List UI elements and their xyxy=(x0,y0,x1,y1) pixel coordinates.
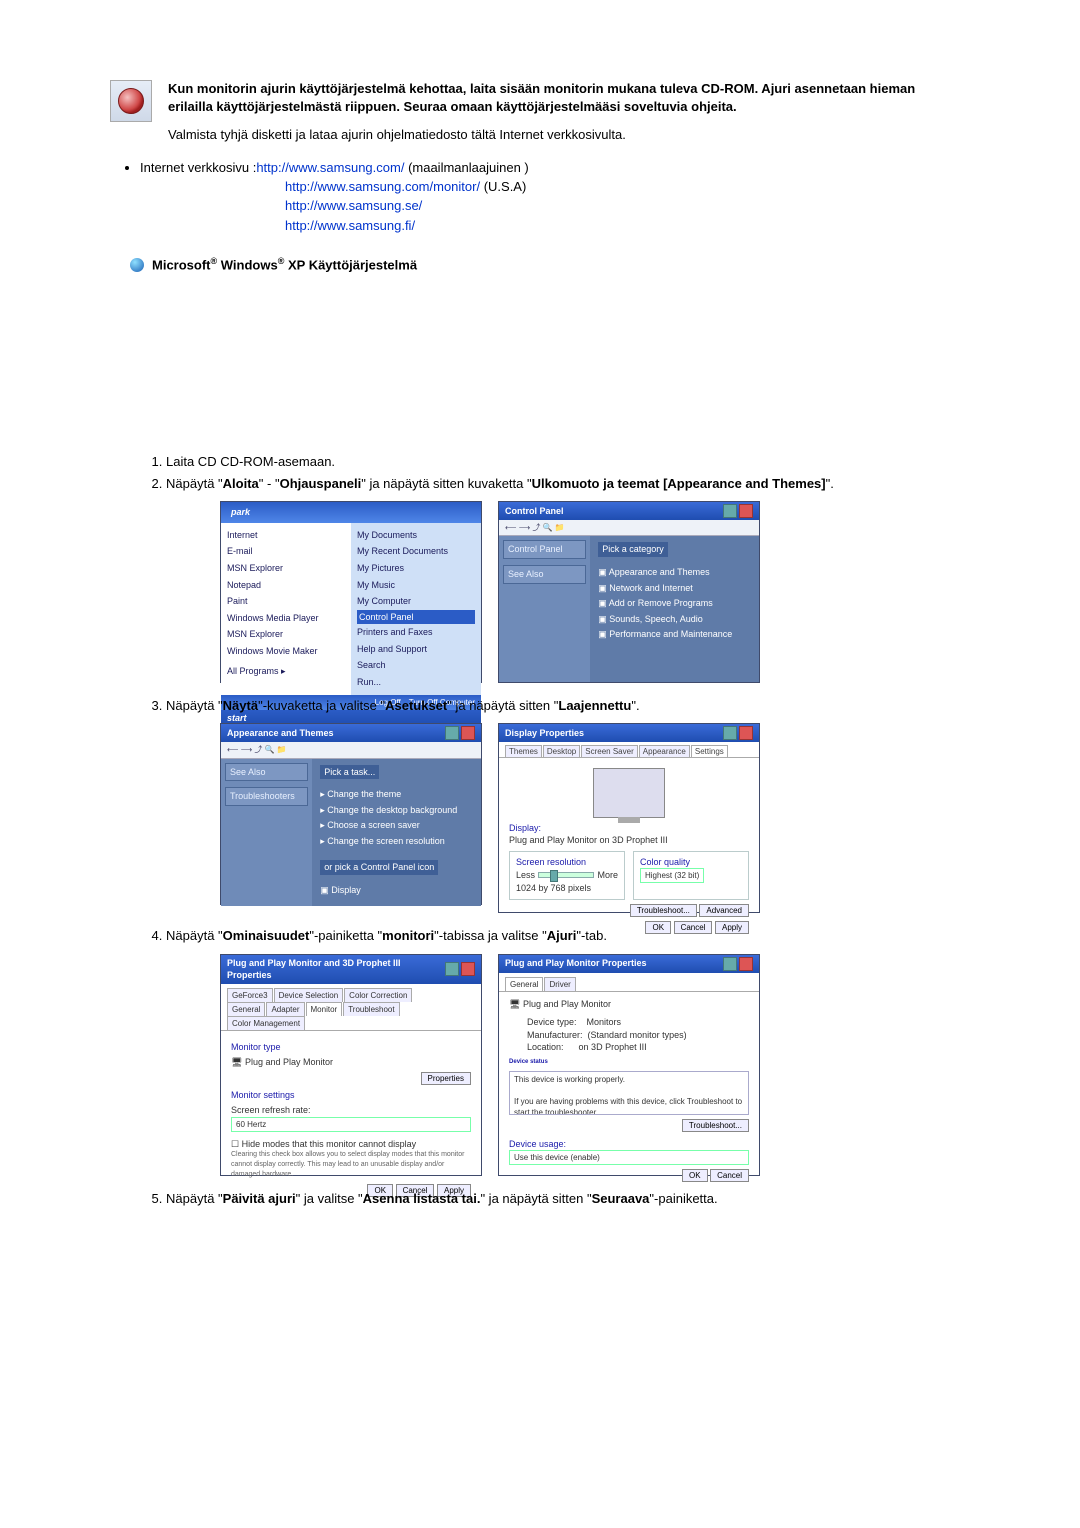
screenshot-pnp-monitor-properties: Plug and Play Monitor Properties General… xyxy=(498,954,760,1176)
screenshot-start-menu: park Internet E-mail MSN Explorer Notepa… xyxy=(220,501,482,683)
step-3: Näpäytä "Näytä"-kuvaketta ja valitse "As… xyxy=(166,697,960,913)
link-samsung-fi[interactable]: http://www.samsung.fi/ xyxy=(285,218,415,233)
link-samsung-global[interactable]: http://www.samsung.com/ xyxy=(256,160,404,175)
intro-bold: Kun monitorin ajurin käyttöjärjestelmä k… xyxy=(168,80,960,116)
screenshot-pnp-prophet-properties: Plug and Play Monitor and 3D Prophet III… xyxy=(220,954,482,1176)
step-5: Näpäytä "Päivitä ajuri" ja valitse "Asen… xyxy=(166,1190,960,1208)
cd-icon xyxy=(110,80,152,122)
screenshot-control-panel: Control Panel ⟵ ⟶ ⤴ 🔍 📁 Control Panel Se… xyxy=(498,501,760,683)
screenshot-appearance-themes: Appearance and Themes ⟵ ⟶ ⤴ 🔍 📁 See Also… xyxy=(220,723,482,905)
intro-plain: Valmista tyhjä disketti ja lataa ajurin … xyxy=(168,126,960,144)
step-2: Näpäytä "Aloita" - "Ohjauspaneli" ja näp… xyxy=(166,475,960,683)
web-links-line: Internet verkkosivu :http://www.samsung.… xyxy=(140,159,960,236)
screenshot-display-properties: Display Properties ThemesDesktopScreen S… xyxy=(498,723,760,913)
section-windows-xp: Microsoft® Windows® XP Käyttöjärjestelmä xyxy=(130,255,960,275)
link-samsung-monitor[interactable]: http://www.samsung.com/monitor/ xyxy=(285,179,480,194)
link-samsung-se[interactable]: http://www.samsung.se/ xyxy=(285,198,422,213)
bullet-icon xyxy=(130,258,144,272)
step-1: Laita CD CD-ROM-asemaan. xyxy=(166,453,960,471)
step-4: Näpäytä "Ominaisuudet"-painiketta "monit… xyxy=(166,927,960,1175)
